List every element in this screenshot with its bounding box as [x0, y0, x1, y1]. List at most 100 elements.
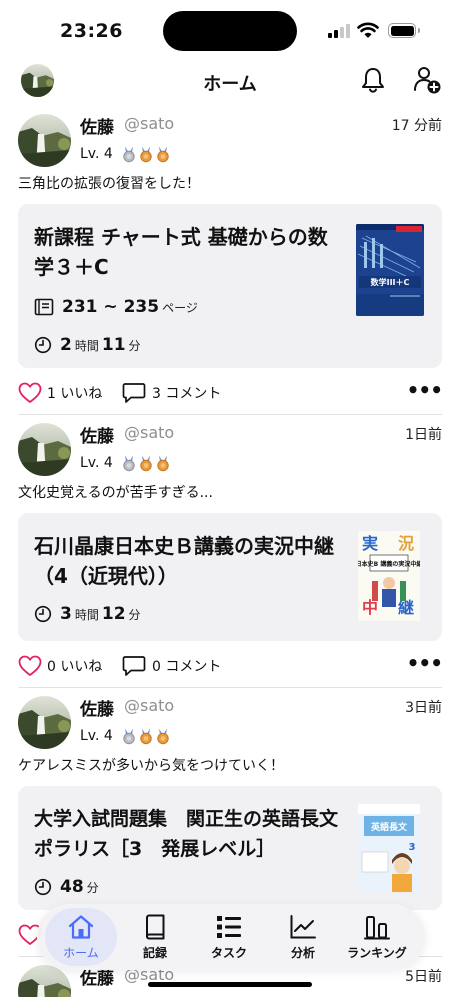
post-card[interactable]: 佐藤 @sato 1日前 Lv. 4 文化史覚えるのが苦手すぎる... 石川晶康… — [18, 415, 443, 688]
medal-badges — [121, 728, 171, 745]
list-icon — [217, 916, 241, 938]
chart-icon — [290, 915, 316, 939]
minutes-value: 11 — [101, 335, 126, 355]
post-text: 文化史覚えるのが苦手すぎる... — [18, 485, 213, 501]
page-title: ホーム — [203, 74, 257, 95]
home-icon — [68, 915, 94, 939]
minutes-value: 12 — [101, 604, 126, 624]
post-actions: 0 いいね 0 コメント ••• — [18, 647, 443, 687]
bronze-medal-icon — [155, 728, 171, 745]
post-text: 三角比の拡張の復習をした！ — [18, 176, 200, 192]
silver-medal-icon — [121, 455, 137, 472]
study-record-card[interactable]: 大学入試問題集 関正生の英語長文ポラリス［3 発展レベル］ 48 分 英語長文 … — [18, 786, 442, 910]
tab-home[interactable]: ホーム — [44, 904, 118, 970]
comment-count: 0 コメント — [152, 659, 222, 675]
comment-button[interactable]: 3 コメント — [122, 382, 221, 404]
book-title: 石川晶康日本史Ｂ講義の実況中継（4（近現代）） — [34, 534, 334, 588]
add-friend-icon[interactable] — [413, 65, 441, 95]
minutes-unit: 分 — [128, 338, 141, 353]
post-time: 3日前 — [405, 700, 442, 716]
user-level: Lv. 4 — [80, 728, 113, 744]
minutes-value: 48 — [60, 877, 84, 897]
clock-icon — [34, 336, 52, 354]
user-name[interactable]: 佐藤 — [80, 695, 114, 720]
post-time: 1日前 — [405, 427, 442, 443]
pages-value: 231 ~ 235 — [62, 297, 160, 317]
book-cover: 英語長文 3 — [358, 804, 420, 892]
timeline-feed[interactable]: 佐藤 @sato 17 分前 Lv. 4 三角比の拡張の復習をした！ 新課程 チ… — [0, 106, 460, 997]
user-avatar[interactable] — [18, 114, 71, 167]
tab-records[interactable]: 記録 — [118, 904, 192, 970]
status-time: 23:26 — [60, 20, 123, 42]
book-icon — [146, 914, 165, 940]
user-handle: @sato — [124, 696, 175, 715]
svg-text:3: 3 — [409, 842, 416, 853]
svg-text:実: 実 — [362, 534, 378, 553]
minutes-unit: 分 — [128, 607, 141, 622]
comment-icon — [122, 383, 146, 403]
clock-icon — [34, 605, 52, 623]
cover-title: 数学III＋C — [371, 277, 410, 287]
bronze-medal-icon — [138, 146, 154, 163]
tab-label: 分析 — [290, 946, 315, 960]
like-button[interactable]: 0 いいね — [18, 655, 102, 677]
user-name[interactable]: 佐藤 — [80, 422, 114, 447]
medal-badges — [121, 455, 171, 472]
comment-button[interactable]: 0 コメント — [122, 655, 221, 677]
app-header: ホーム — [0, 60, 460, 106]
cellular-signal-icon — [328, 24, 350, 38]
medal-badges — [121, 146, 171, 163]
home-indicator — [148, 982, 312, 987]
post-time: 17 分前 — [391, 118, 442, 134]
tab-tasks[interactable]: タスク — [192, 904, 266, 970]
user-avatar[interactable] — [18, 423, 71, 476]
tab-analysis[interactable]: 分析 — [266, 904, 340, 970]
study-record-card[interactable]: 石川晶康日本史Ｂ講義の実況中継（4（近現代）） 3 時間 12 分 実 況 日本… — [18, 513, 442, 641]
tab-label: ランキング — [347, 946, 407, 960]
dynamic-island — [163, 11, 297, 51]
comment-count: 3 コメント — [152, 386, 222, 402]
book-cover: 数学III＋C — [356, 224, 424, 316]
tab-label: 記録 — [142, 946, 167, 960]
svg-text:況: 況 — [398, 534, 414, 553]
like-count: 0 いいね — [47, 659, 103, 675]
book-title: 新課程 チャート式 基礎からの数学３＋C — [34, 225, 328, 279]
user-level: Lv. 4 — [80, 146, 113, 162]
cover-title: 英語長文 — [370, 821, 408, 833]
user-avatar[interactable] — [18, 696, 71, 749]
like-count: 1 いいね — [47, 386, 103, 402]
heart-icon — [18, 655, 42, 676]
cover-title: 日本史B 講義の実況中継 — [358, 560, 420, 568]
tab-label: タスク — [210, 946, 247, 960]
battery-icon — [388, 23, 420, 38]
hours-unit: 時間 — [74, 607, 99, 622]
post-actions: 1 いいね 3 コメント ••• — [18, 374, 443, 414]
profile-avatar[interactable] — [21, 64, 54, 97]
user-handle: @sato — [124, 423, 175, 442]
minutes-unit: 分 — [86, 880, 99, 895]
clock-icon — [34, 878, 52, 896]
post-card[interactable]: 佐藤 @sato 17 分前 Lv. 4 三角比の拡張の復習をした！ 新課程 チ… — [18, 106, 443, 415]
bronze-medal-icon — [138, 728, 154, 745]
tab-label: ホーム — [63, 946, 99, 960]
more-options-icon[interactable]: ••• — [407, 380, 443, 400]
silver-medal-icon — [121, 728, 137, 745]
pages-unit: ページ — [162, 300, 198, 315]
silver-medal-icon — [121, 146, 137, 163]
tab-ranking[interactable]: ランキング — [340, 904, 414, 970]
user-level: Lv. 4 — [80, 455, 113, 471]
study-record-card[interactable]: 新課程 チャート式 基礎からの数学３＋C 231 ~ 235 ページ 2 時間 … — [18, 204, 442, 368]
user-name[interactable]: 佐藤 — [80, 113, 114, 138]
user-handle: @sato — [124, 114, 175, 133]
bronze-medal-icon — [155, 455, 171, 472]
hours-value: 2 — [60, 335, 72, 355]
book-cover: 実 況 日本史B 講義の実況中継 中 継 — [358, 531, 420, 621]
book-pages-icon — [34, 298, 54, 316]
more-options-icon[interactable]: ••• — [407, 653, 443, 673]
status-bar: 23:26 — [0, 0, 460, 60]
ranking-icon — [364, 916, 390, 940]
duration-row: 2 時間 11 分 — [34, 332, 426, 358]
notification-bell-icon[interactable] — [360, 66, 386, 94]
comment-icon — [122, 656, 146, 676]
like-button[interactable]: 1 いいね — [18, 382, 102, 404]
